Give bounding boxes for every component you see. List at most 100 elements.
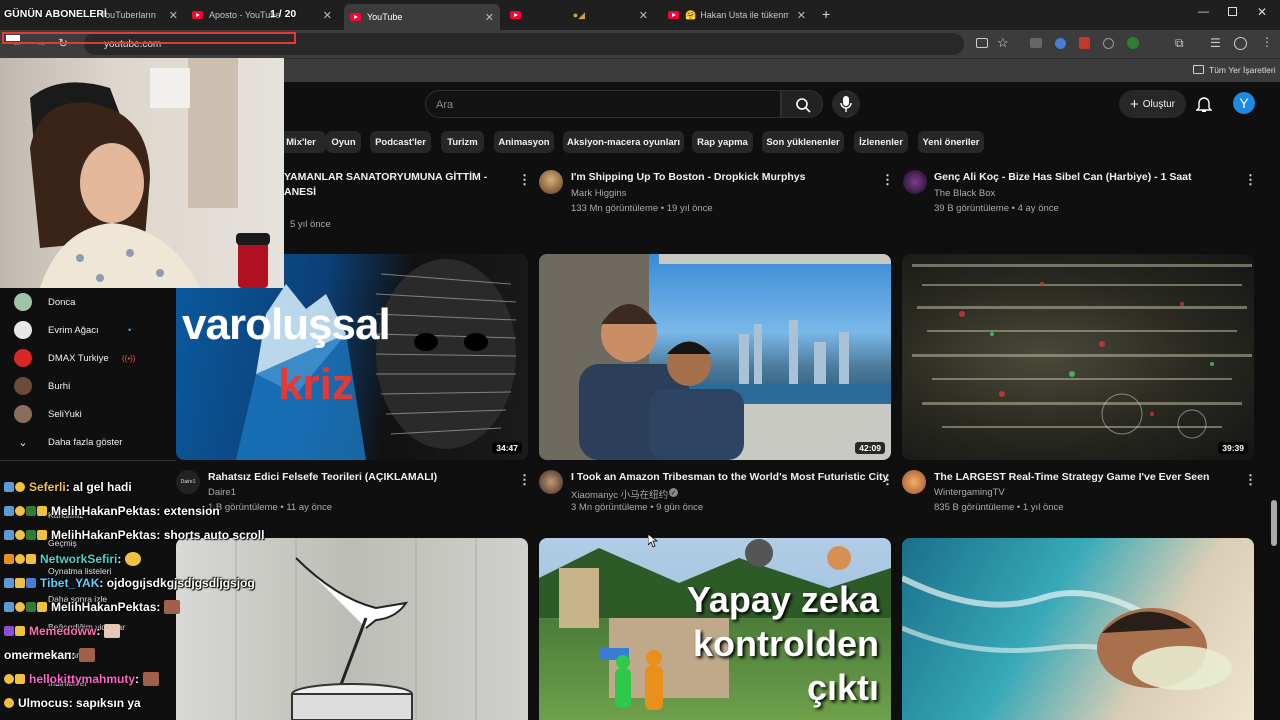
chat-text: : [117,552,122,566]
video-title[interactable]: Rahatsız Edici Felsefe Teorileri (AÇIKLA… [208,471,437,483]
subscription-name: SeliYuki [48,408,82,420]
badge-icon [26,578,36,588]
channel-name[interactable]: Mark Higgins [571,188,626,199]
sidebar-subscription-evrim-agaci[interactable]: Evrim Ağacı • [14,318,131,342]
chip-recently-uploaded[interactable]: Son yüklenenler [762,131,844,153]
video-title-line2[interactable]: ANESİ [284,186,316,198]
all-bookmarks-label[interactable]: Tüm Yer İşaretleri [1209,65,1276,75]
close-tab-icon[interactable]: ✕ [789,9,806,22]
channel-avatar[interactable] [539,470,563,494]
more-options-icon[interactable]: ⋮ [881,473,894,486]
chip-tourism[interactable]: Turizm [441,131,484,153]
badge-icon [37,530,47,540]
video-thumbnail[interactable] [176,538,528,720]
chat-badges [4,482,25,492]
extension-icon[interactable] [1103,38,1114,49]
chat-badges [4,578,36,588]
badge-icon [4,554,14,564]
chat-message: omermekan : [4,648,96,662]
video-thumbnail[interactable]: 42:09 [539,254,891,460]
sidebar-subscription-donca[interactable]: Donca [14,290,75,314]
search-button[interactable] [781,90,823,118]
channel-avatar[interactable]: Daire1 [176,470,200,494]
chat-badges [4,506,47,516]
chip-rap[interactable]: Rap yapma [692,131,753,153]
sidebar-item-playlists[interactable]: Oynatma listeleri [48,566,111,576]
extension-icon[interactable] [1030,38,1042,48]
extension-icon[interactable] [1079,37,1090,49]
close-tab-icon[interactable]: ✕ [631,9,648,22]
channel-avatar[interactable] [539,170,563,194]
more-options-icon[interactable]: ⋮ [1244,173,1257,186]
extension-icon[interactable] [1055,38,1066,49]
bookmark-star-icon[interactable]: ☆ [997,35,1009,51]
voice-search-button[interactable] [832,90,860,118]
sidebar-subscription-dmax-turkiye[interactable]: DMAX Turkiye ((•)) [14,346,135,370]
close-tab-icon[interactable]: ✕ [161,9,178,22]
browser-tab[interactable]: 🤗Hakan Usta ile tükenmez sa✕ [662,4,812,26]
channel-avatar [14,293,32,311]
browser-tab[interactable]: ●◢ ✕ [504,4,654,26]
chip-podcasts[interactable]: Podcast'ler [370,131,431,153]
video-thumbnail[interactable] [902,538,1254,720]
chip-action-adventure[interactable]: Aksiyon-macera oyunları [563,131,684,153]
close-window-icon[interactable]: ✕ [1257,5,1267,19]
more-options-icon[interactable]: ⋮ [518,173,531,186]
video-meta: 5 yıl önce [290,219,331,230]
sidebar-show-more[interactable]: ⌄ Daha fazla göster [14,430,122,454]
page-scrollbar-thumb[interactable] [1271,500,1277,546]
video-thumbnail[interactable]: 39:39 [902,254,1254,460]
video-title[interactable]: I Took an Amazon Tribesman to the World'… [571,471,888,483]
browser-tab[interactable]: Aposto - YouTube ✕ [186,4,338,26]
search-input[interactable]: Ara [425,90,781,118]
create-button[interactable]: + Oluştur [1119,90,1186,118]
sidebar-subscription-burhi[interactable]: Burhi [14,374,70,398]
close-tab-icon[interactable]: ✕ [477,11,494,24]
chip-new-to-you[interactable]: Yeni öneriler [918,131,984,153]
channel-name[interactable]: Xiaomanyc 小马在纽约 [571,487,668,501]
close-tab-icon[interactable]: ✕ [315,9,332,22]
chat-username: hellokittymahmuty [29,672,136,686]
video-title[interactable]: The LARGEST Real-Time Strategy Game I've… [934,471,1209,483]
browser-menu-icon[interactable]: ⋮ [1261,35,1273,49]
profile-icon[interactable] [1234,37,1247,50]
video-title[interactable]: YAMANLAR SANATORYUMUNA GİTTİM - [284,171,487,183]
subscription-name: DMAX Turkiye [48,352,109,364]
user-avatar[interactable]: Y [1233,92,1255,114]
cast-icon[interactable] [976,38,988,48]
browser-tab-active[interactable]: YouTube ✕ [344,4,500,30]
chip-gaming[interactable]: Oyun [326,131,361,153]
emote-icon [143,672,160,686]
chat-text: : ojdogıjsdkgjsdjgsdljgsjog [99,576,255,590]
more-options-icon[interactable]: ⋮ [881,173,894,186]
channel-name[interactable]: WintergamingTV [934,487,1005,498]
badge-icon [15,554,25,564]
chat-message: NetworkSefiri : [4,552,142,566]
badge-icon [37,602,47,612]
sidebar-subscription-seliyuki[interactable]: SeliYuki [14,402,82,426]
chat-badges [4,698,14,708]
minimize-icon[interactable]: — [1198,6,1209,18]
more-options-icon[interactable]: ⋮ [518,473,531,486]
chip-watched[interactable]: İzlenenler [854,131,908,153]
webcam-overlay [0,58,284,288]
chip-animation[interactable]: Animasyon [494,131,554,153]
puzzle-icon[interactable]: ⧉ [1175,36,1184,51]
new-tab-plus-icon[interactable]: + [822,6,830,22]
more-options-icon[interactable]: ⋮ [1244,473,1257,486]
thumbnail-text: çıktı [806,667,879,708]
maximize-icon[interactable] [1228,7,1237,16]
channel-name[interactable]: The Black Box [934,188,995,199]
video-title[interactable]: Genç Ali Koç - Bize Has Sibel Can (Harbi… [934,171,1192,183]
video-thumbnail[interactable]: Yapay zeka kontrolden çıktı [539,538,891,720]
channel-avatar[interactable] [903,170,927,194]
browser-tab[interactable]: YouTuberların ✕ [94,4,184,26]
chat-message: hellokittymahmuty : [4,672,160,686]
video-title[interactable]: I'm Shipping Up To Boston - Dropkick Mur… [571,171,805,183]
notifications-bell-icon[interactable] [1195,95,1213,118]
tab-search-icon[interactable]: ☰ [1210,36,1221,50]
video-meta: 133 Mn görüntüleme • 19 yıl önce [571,203,713,214]
channel-name[interactable]: Daire1 [208,487,236,498]
channel-avatar[interactable] [902,470,926,494]
extension-icon[interactable] [1127,37,1139,49]
